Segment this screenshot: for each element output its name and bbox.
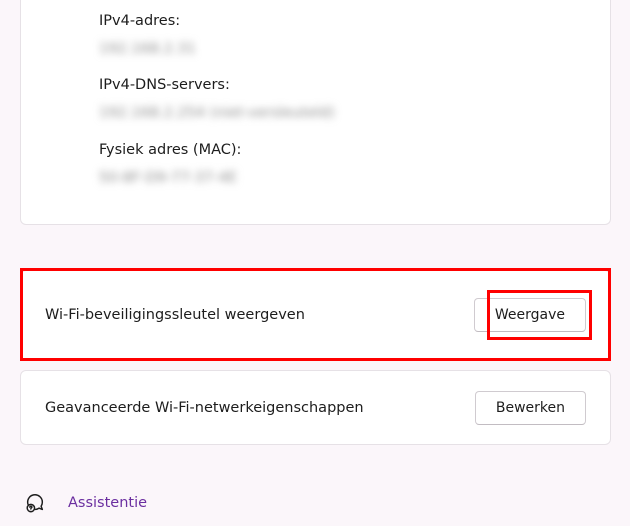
advanced-wifi-card: Geavanceerde Wi-Fi-netwerkeigenschappen … bbox=[20, 370, 611, 445]
help-chat-icon bbox=[24, 492, 46, 514]
mac-address-value: 50-8F-D9-77-37-4E bbox=[21, 169, 610, 187]
show-wifi-key-button[interactable]: Weergave bbox=[474, 298, 586, 332]
mac-address-label: Fysiek adres (MAC): bbox=[21, 141, 610, 159]
edit-advanced-wifi-button[interactable]: Bewerken bbox=[475, 391, 586, 425]
wifi-security-key-card: Wi-Fi-beveiligingssleutel weergeven Weer… bbox=[20, 270, 611, 360]
ipv4-address-label: IPv4-adres: bbox=[21, 12, 610, 30]
ipv4-address-value: 192.168.2.31 bbox=[21, 40, 610, 58]
advanced-wifi-label: Geavanceerde Wi-Fi-netwerkeigenschappen bbox=[45, 400, 364, 416]
network-details-card: IPv4-adres: 192.168.2.31 IPv4-DNS-server… bbox=[20, 0, 611, 225]
assistance-link[interactable]: Assistentie bbox=[68, 495, 147, 511]
ipv4-dns-value: 192.168.2.254 (niet-versleuteld) bbox=[21, 104, 610, 122]
wifi-security-key-label: Wi-Fi-beveiligingssleutel weergeven bbox=[45, 307, 305, 323]
assistance-row: Assistentie bbox=[24, 492, 147, 514]
ipv4-dns-label: IPv4-DNS-servers: bbox=[21, 76, 610, 94]
